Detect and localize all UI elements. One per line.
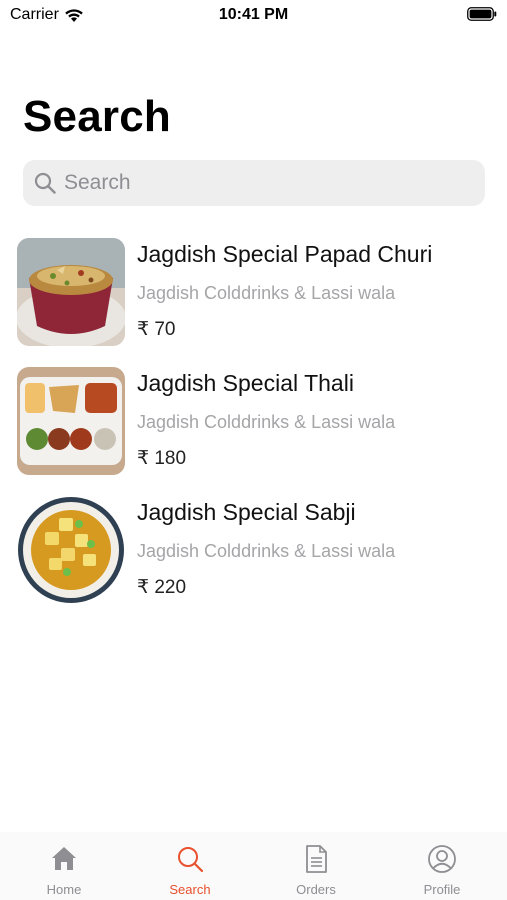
item-price: ₹ 180 [137,448,187,469]
tab-label: Home [46,882,82,897]
battery-icon [467,7,497,21]
food-image-papad-churi [17,238,125,346]
list-item[interactable]: Jagdish Special Sabji Jagdish Colddrinks… [0,496,507,625]
item-title: Jagdish Special Sabji [137,499,356,525]
tab-profile[interactable]: Profile [379,832,505,900]
status-bar: Carrier 10:41 PM [0,0,507,30]
food-image-thali [17,367,125,475]
item-restaurant: Jagdish Colddrinks & Lassi wala [137,283,396,303]
item-price: ₹ 70 [137,319,176,340]
search-input[interactable] [64,163,464,203]
home-icon [52,847,76,870]
tab-bar: Home Search Orders Profile [0,832,507,900]
tab-search[interactable]: Search [127,832,253,900]
results-list: Jagdish Special Papad Churi Jagdish Cold… [0,238,507,625]
item-restaurant: Jagdish Colddrinks & Lassi wala [137,412,396,432]
search-icon [178,847,204,873]
tab-label: Orders [296,882,336,897]
document-icon [306,845,327,873]
clock: 10:41 PM [218,6,289,23]
food-image-sabji [17,496,125,604]
search-bar[interactable] [23,160,485,206]
page-title: Search [23,92,171,141]
tab-orders[interactable]: Orders [253,832,379,900]
search-icon [34,172,56,194]
list-item[interactable]: Jagdish Special Papad Churi Jagdish Cold… [0,238,507,367]
item-restaurant: Jagdish Colddrinks & Lassi wala [137,541,396,561]
list-item[interactable]: Jagdish Special Thali Jagdish Colddrinks… [0,367,507,496]
item-price: ₹ 220 [137,577,187,598]
item-title: Jagdish Special Thali [137,370,354,396]
item-title: Jagdish Special Papad Churi [137,241,433,267]
tab-label: Search [169,882,211,897]
tab-label: Profile [423,882,461,897]
tab-home[interactable]: Home [1,832,127,900]
user-circle-icon [428,845,456,873]
